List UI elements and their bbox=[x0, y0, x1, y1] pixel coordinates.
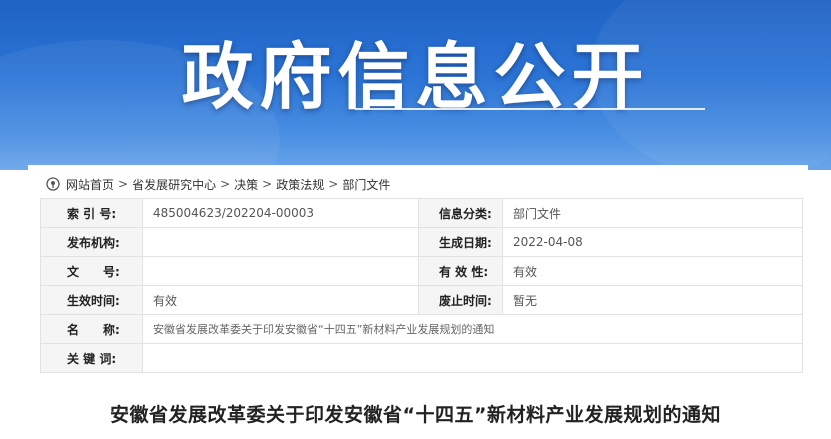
docno-value bbox=[142, 256, 419, 286]
name-value: 安徽省发展改革委关于印发安徽省“十四五”新材料产业发展规划的通知 bbox=[142, 314, 803, 344]
validity-label: 有 效 性: bbox=[418, 256, 503, 286]
metadata-table: 索 引 号: 485004623/202204-00003 信息分类: 部门文件… bbox=[40, 198, 803, 373]
breadcrumb-separator: > bbox=[220, 177, 231, 191]
info-panel: 网站首页 > 省发展研究中心 > 决策 > 政策法规 > 部门文件 索 引 号:… bbox=[28, 165, 808, 380]
publisher-label: 发布机构: bbox=[40, 227, 143, 257]
validity-value: 有效 bbox=[502, 256, 803, 286]
table-row: 发布机构: 生成日期: 2022-04-08 bbox=[40, 227, 803, 257]
index-label: 索 引 号: bbox=[40, 198, 143, 228]
category-value: 部门文件 bbox=[502, 198, 803, 228]
category-label: 信息分类: bbox=[418, 198, 503, 228]
breadcrumb-separator: > bbox=[262, 177, 273, 191]
breadcrumb-decision[interactable]: 决策 bbox=[234, 176, 258, 193]
date-value: 2022-04-08 bbox=[502, 227, 803, 257]
header-banner: 政府信息公开 bbox=[0, 0, 831, 170]
table-row: 名 称: 安徽省发展改革委关于印发安徽省“十四五”新材料产业发展规划的通知 bbox=[40, 314, 803, 344]
expire-label: 废止时间: bbox=[418, 285, 503, 315]
breadcrumb-home[interactable]: 网站首页 bbox=[66, 176, 114, 193]
breadcrumb-separator: > bbox=[118, 177, 129, 191]
publisher-value bbox=[142, 227, 419, 257]
table-row: 文 号: 有 效 性: 有效 bbox=[40, 256, 803, 286]
document-title: 安徽省发展改革委关于印发安徽省“十四五”新材料产业发展规划的通知 bbox=[110, 404, 721, 426]
effective-value: 有效 bbox=[142, 285, 419, 315]
breadcrumb-research-center[interactable]: 省发展研究中心 bbox=[132, 176, 216, 193]
keywords-label: 关 键 词: bbox=[40, 343, 143, 373]
breadcrumb-dept-docs[interactable]: 部门文件 bbox=[342, 176, 390, 193]
table-row: 关 键 词: bbox=[40, 343, 803, 373]
expire-value: 暂无 bbox=[502, 285, 803, 315]
index-value: 485004623/202204-00003 bbox=[142, 198, 419, 228]
banner-underline bbox=[355, 108, 705, 110]
date-label: 生成日期: bbox=[418, 227, 503, 257]
location-pin-icon bbox=[46, 177, 60, 191]
breadcrumb: 网站首页 > 省发展研究中心 > 决策 > 政策法规 > 部门文件 bbox=[46, 175, 390, 193]
table-row: 生效时间: 有效 废止时间: 暂无 bbox=[40, 285, 803, 315]
breadcrumb-separator: > bbox=[328, 177, 339, 191]
keywords-value bbox=[142, 343, 803, 373]
docno-label: 文 号: bbox=[40, 256, 143, 286]
effective-label: 生效时间: bbox=[40, 285, 143, 315]
table-row: 索 引 号: 485004623/202204-00003 信息分类: 部门文件 bbox=[40, 198, 803, 228]
name-label: 名 称: bbox=[40, 314, 143, 344]
breadcrumb-policy[interactable]: 政策法规 bbox=[276, 176, 324, 193]
